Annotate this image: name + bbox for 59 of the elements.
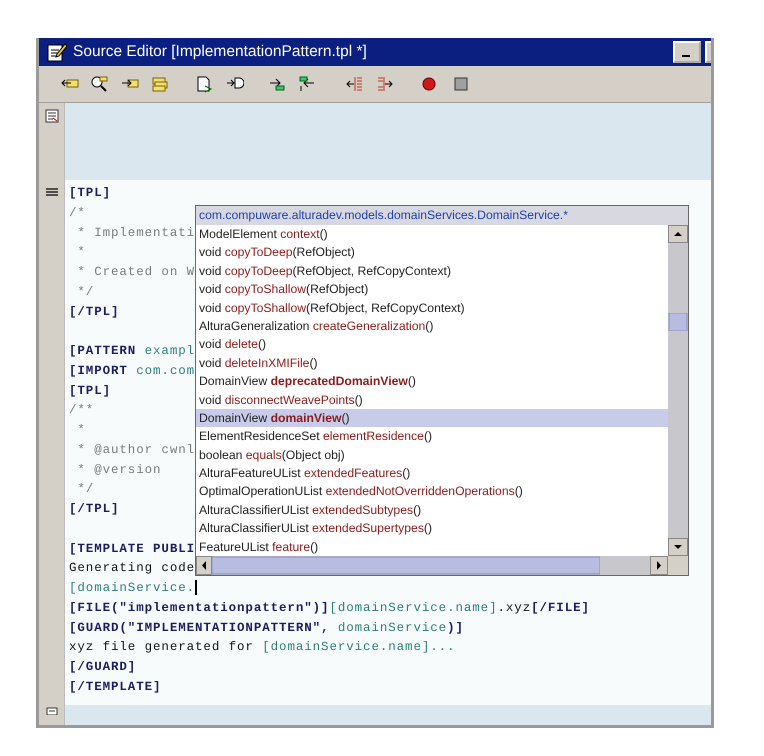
vertical-scrollbar[interactable]: [668, 225, 688, 556]
code-line: [FILE("implementationpattern")][domainService.name].xyz[/FILE]: [69, 600, 590, 617]
code-line: */: [76, 481, 94, 498]
code-line: Generating code: [69, 560, 196, 578]
completion-item[interactable]: void copyToShallow(RefObject, RefCopyContext): [196, 298, 668, 317]
code-line: [TPL]: [69, 185, 112, 202]
code-line: [/GUARD]: [69, 659, 136, 676]
code-line: [PATTERN exampl: [69, 343, 196, 360]
edit-document-icon: [47, 42, 67, 62]
code-line: * @version: [76, 462, 162, 478]
completion-item[interactable]: void deleteInXMIFile(): [196, 354, 668, 372]
completion-item[interactable]: ModelElement context(): [196, 225, 668, 244]
completion-item[interactable]: boolean equals(Object obj): [196, 446, 668, 464]
code-line: */: [76, 284, 94, 301]
completion-item[interactable]: FeatureUList feature(): [196, 538, 668, 556]
code-line: [TEMPLATE PUBLI: [69, 540, 196, 558]
code-line: *: [76, 244, 86, 262]
completion-item[interactable]: OptimalOperationUList extendedNotOverriddenOperations(): [196, 482, 668, 501]
code-line: * Created on W: [76, 264, 196, 281]
scroll-thumb[interactable]: [212, 556, 600, 576]
stack-icon[interactable]: [151, 75, 169, 93]
indent-icon[interactable]: [376, 75, 394, 93]
code-line: *: [76, 422, 86, 439]
lines-icon: [46, 188, 58, 196]
minimize-button[interactable]: [673, 41, 701, 63]
code-line: [TPL]: [69, 382, 112, 400]
completion-item[interactable]: DomainView domainView(): [196, 408, 668, 428]
code-line: * @author cwnl: [76, 442, 196, 459]
code-line: /*: [69, 204, 86, 222]
outdent-icon[interactable]: [346, 75, 364, 93]
window-title: Source Editor [ImplementationPattern.tpl *]: [73, 42, 367, 62]
completion-item[interactable]: AlturaFeatureUList extendedFeatures(): [196, 464, 668, 482]
completion-item[interactable]: DomainView deprecatedDomainView(): [196, 372, 668, 391]
edit-icon: [44, 109, 58, 123]
code-line: xyz file generated for [domainService.name]...: [69, 639, 456, 656]
completion-item[interactable]: void copyToShallow(RefObject): [196, 280, 668, 299]
completion-item[interactable]: void copyToDeep(RefObject, RefCopyContext): [196, 262, 668, 280]
popup-header: com.compuware.alturadev.models.domainServices.DomainService.*: [196, 206, 688, 225]
code-line: [IMPORT com.com: [69, 362, 196, 380]
completion-item[interactable]: void disconnectWeavePoints(): [196, 390, 668, 409]
arrow-icon[interactable]: [298, 75, 316, 93]
code-line: [GUARD("IMPLEMENTATIONPATTERN", domainService)]: [69, 620, 464, 636]
completion-item[interactable]: void copyToDeep(RefObject): [196, 243, 668, 262]
code-line: [/TPL]: [69, 304, 120, 320]
code-line: * Implementati: [76, 224, 196, 242]
completion-item[interactable]: AlturaClassifierUList extendedSupertypes(): [196, 519, 668, 538]
code-line: [/TPL]: [69, 501, 120, 518]
search-icon[interactable]: [90, 75, 108, 93]
completion-item[interactable]: ElementResidenceSet elementResidence(): [196, 427, 668, 446]
completion-item[interactable]: void delete(): [196, 335, 668, 354]
code-line: [/TEMPLATE]: [69, 678, 162, 696]
scroll-thumb[interactable]: [668, 313, 688, 331]
document-icon[interactable]: [196, 75, 214, 93]
code-line: [domainService.: [69, 579, 198, 598]
minimize-icon: [682, 55, 692, 58]
edit-icon: [46, 705, 58, 715]
completion-item[interactable]: AlturaClassifierUList extendedSubtypes(): [196, 500, 668, 520]
completion-item[interactable]: AlturaGeneralization createGeneralization(): [196, 316, 668, 336]
code-line: /**: [69, 402, 94, 420]
